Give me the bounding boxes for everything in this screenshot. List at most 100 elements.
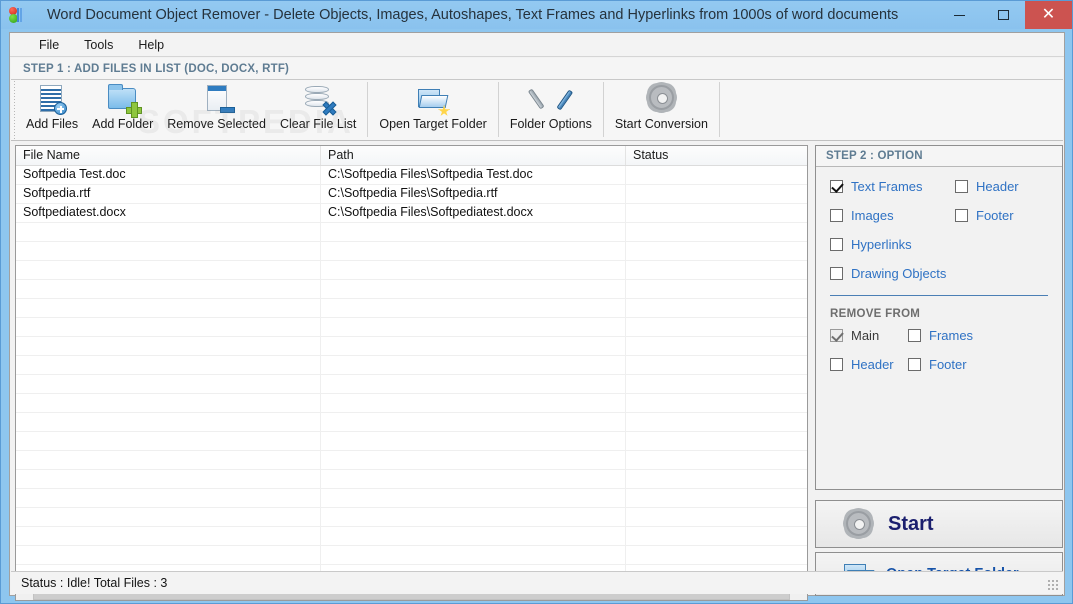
table-row-empty: [16, 432, 807, 451]
checkbox-drawing-objects[interactable]: Drawing Objects: [830, 266, 955, 281]
checkbox-remove-header-label: Header: [851, 357, 894, 372]
menu-item-tools[interactable]: Tools: [73, 35, 124, 55]
status-bar: Status : Idle! Total Files : 3: [11, 571, 1063, 594]
start-conversion-label: Start Conversion: [614, 117, 708, 131]
status-text: Status : Idle! Total Files : 3: [21, 576, 168, 590]
start-button[interactable]: Start: [815, 500, 1063, 548]
menu-item-help[interactable]: Help: [127, 35, 175, 55]
checkbox-remove-main[interactable]: Main: [830, 328, 908, 343]
add-files-icon: [34, 83, 70, 116]
maximize-button[interactable]: [981, 1, 1025, 29]
checkbox-remove-footer-label: Footer: [929, 357, 967, 372]
open-target-folder-label: Open Target Folder: [379, 117, 487, 131]
menu-item-file[interactable]: File: [28, 35, 70, 55]
add-folder-label: Add Folder: [92, 117, 154, 131]
table-row-empty: [16, 470, 807, 489]
cell-file-name: Softpediatest.docx: [16, 204, 321, 222]
add-files-label: Add Files: [26, 117, 79, 131]
checkbox-hyperlinks[interactable]: Hyperlinks: [830, 237, 955, 252]
checkbox-drawing-objects-label: Drawing Objects: [851, 266, 947, 281]
cell-path: C:\Softpedia Files\Softpedia.rtf: [321, 185, 626, 203]
checkbox-remove-header[interactable]: Header: [830, 357, 908, 372]
window-controls: ✕: [937, 1, 1072, 29]
column-header-path[interactable]: Path: [321, 146, 626, 165]
gear-icon: [643, 83, 679, 116]
remove-from-row: Main Frames: [830, 328, 1062, 343]
checkbox-text-frames-label: Text Frames: [851, 179, 923, 194]
table-row-empty: [16, 508, 807, 527]
title-bar: Word Document Object Remover - Delete Ob…: [1, 1, 1072, 29]
remove-selected-icon: [199, 83, 235, 116]
table-row-empty: [16, 546, 807, 565]
table-row-empty: [16, 413, 807, 432]
tools-icon: [527, 83, 573, 116]
checkbox-remove-frames[interactable]: Frames: [908, 328, 973, 343]
step2-header: STEP 2 : OPTION: [816, 146, 1062, 167]
table-row[interactable]: Softpedia Test.doc C:\Softpedia Files\So…: [16, 166, 807, 185]
option-row: Hyperlinks: [830, 237, 1062, 252]
remove-selected-button[interactable]: Remove Selected: [160, 80, 273, 139]
checkbox-remove-main-box[interactable]: [830, 329, 843, 342]
minimize-button[interactable]: [937, 1, 981, 29]
table-row-empty: [16, 299, 807, 318]
table-row[interactable]: Softpedia.rtf C:\Softpedia Files\Softped…: [16, 185, 807, 204]
clear-file-list-button[interactable]: Clear File List: [273, 80, 363, 139]
checkbox-remove-footer-box[interactable]: [908, 358, 921, 371]
step1-label: STEP 1 : ADD FILES IN LIST (DOC, DOCX, R…: [23, 62, 290, 75]
toolbar-separator: [602, 82, 604, 137]
add-folder-icon: [105, 83, 142, 118]
checkbox-hyperlinks-label: Hyperlinks: [851, 237, 912, 252]
file-list-header: File Name Path Status: [16, 146, 807, 166]
folder-options-label: Folder Options: [509, 117, 592, 131]
checkbox-footer-box[interactable]: [955, 209, 968, 222]
checkbox-images-box[interactable]: [830, 209, 843, 222]
checkbox-remove-footer[interactable]: Footer: [908, 357, 967, 372]
table-row-empty: [16, 375, 807, 394]
folder-options-button[interactable]: Folder Options: [503, 80, 599, 139]
checkbox-header[interactable]: Header: [955, 179, 1019, 194]
option-row: Images Footer: [830, 208, 1062, 223]
column-header-status[interactable]: Status: [626, 146, 807, 165]
remove-from-grid: Main Frames Header Footer: [816, 328, 1062, 372]
checkbox-text-frames[interactable]: Text Frames: [830, 179, 955, 194]
close-button[interactable]: ✕: [1025, 1, 1072, 29]
toolbar-grip[interactable]: [11, 81, 19, 139]
table-row-empty: [16, 394, 807, 413]
checkbox-footer[interactable]: Footer: [955, 208, 1014, 223]
section-divider: [830, 295, 1048, 296]
table-row-empty: [16, 318, 807, 337]
client-area: File Tools Help STEP 1 : ADD FILES IN LI…: [9, 32, 1065, 601]
table-row-empty: [16, 242, 807, 261]
checkbox-text-frames-box[interactable]: [830, 180, 843, 193]
add-folder-button[interactable]: Add Folder: [85, 80, 160, 139]
options-grid: Text Frames Header Images Footer Hyperli…: [816, 167, 1062, 281]
checkbox-footer-label: Footer: [976, 208, 1014, 223]
cell-file-name: Softpedia Test.doc: [16, 166, 321, 184]
checkbox-header-label: Header: [976, 179, 1019, 194]
checkbox-images[interactable]: Images: [830, 208, 955, 223]
checkbox-drawing-objects-box[interactable]: [830, 267, 843, 280]
start-conversion-button[interactable]: Start Conversion: [608, 80, 715, 139]
checkbox-remove-main-label: Main: [851, 328, 880, 343]
app-icon: [7, 6, 25, 24]
table-row-empty: [16, 489, 807, 508]
column-header-file-name[interactable]: File Name: [16, 146, 321, 165]
step1-header: STEP 1 : ADD FILES IN LIST (DOC, DOCX, R…: [11, 58, 1063, 80]
checkbox-header-box[interactable]: [955, 180, 968, 193]
menu-bar: File Tools Help: [10, 33, 1064, 57]
add-files-button[interactable]: Add Files: [19, 80, 85, 139]
table-row[interactable]: Softpediatest.docx C:\Softpedia Files\So…: [16, 204, 807, 223]
option-row: Drawing Objects: [830, 266, 1062, 281]
toolbar-separator: [497, 82, 499, 137]
file-list[interactable]: File Name Path Status Softpedia Test.doc…: [15, 145, 808, 583]
checkbox-remove-header-box[interactable]: [830, 358, 843, 371]
checkbox-hyperlinks-box[interactable]: [830, 238, 843, 251]
open-target-folder-button[interactable]: Open Target Folder: [372, 80, 493, 139]
resize-grip[interactable]: [1047, 579, 1059, 591]
cell-file-name: Softpedia.rtf: [16, 185, 321, 203]
window-title: Word Document Object Remover - Delete Ob…: [47, 7, 899, 23]
checkbox-remove-frames-box[interactable]: [908, 329, 921, 342]
gear-icon: [844, 509, 874, 539]
table-row-empty: [16, 280, 807, 299]
table-row-empty: [16, 337, 807, 356]
